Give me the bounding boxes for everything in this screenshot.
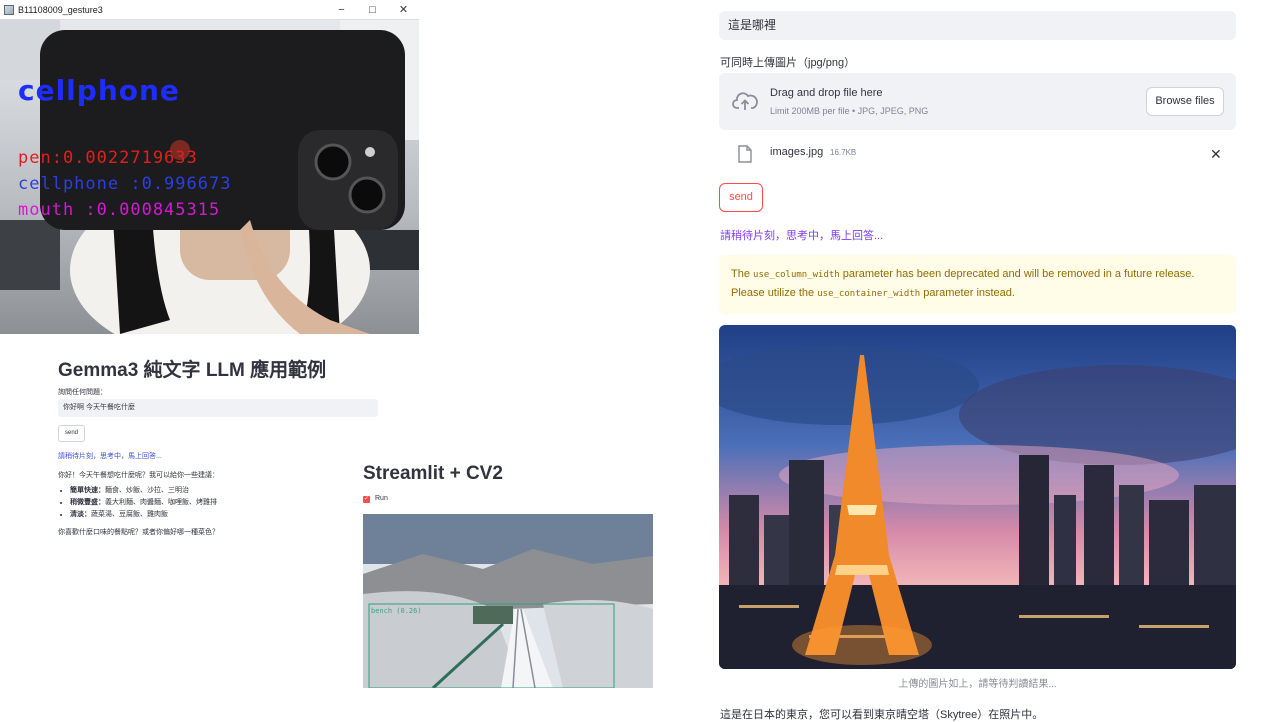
deprecation-warning: The use_column_width parameter has been … xyxy=(719,255,1236,314)
tokyo-tower-scene xyxy=(719,325,1236,669)
cv2-title: Streamlit + CV2 xyxy=(363,463,503,484)
opencv-window: B11108009_gesture3 − □ ✕ cellphone pen:0… xyxy=(0,0,419,334)
detection-mouth: mouth :0.000845315 xyxy=(18,200,221,220)
answer-item-text: 蔬菜湯、豆腐飯、雞肉飯 xyxy=(91,511,168,518)
cv2-video-frame: bench (0.26) xyxy=(363,514,653,688)
answer-item-title: 清淡： xyxy=(70,511,91,518)
answer-item: 簡單快速：麵食、炒飯、沙拉、三明治 xyxy=(70,485,348,497)
image-caption: 上傳的圖片如上，請等待判讀結果... xyxy=(898,679,1057,690)
detection-main-label: cellphone xyxy=(18,74,180,107)
warning-code: use_column_width xyxy=(753,270,840,280)
detection-pen: pen:0.0022719633 xyxy=(18,148,198,168)
answer-item-title: 簡單快速： xyxy=(70,487,105,494)
opencv-titlebar: B11108009_gesture3 − □ ✕ xyxy=(0,0,419,20)
detection-list: pen:0.0022719633 cellphone :0.996673 mou… xyxy=(18,148,231,226)
wait-text: 請稍待片刻，思考中，馬上回答... xyxy=(720,230,884,242)
run-label: Run xyxy=(375,495,388,502)
file-icon xyxy=(738,145,752,163)
answer-outro: 你喜歡什麼口味的餐點呢？或者你偏好哪一種菜色？ xyxy=(58,529,219,536)
gemma-answer: 你好！今天午餐想吃什麼呢？我可以給你一些建議： 簡單快速：麵食、炒飯、沙拉、三明… xyxy=(58,470,348,539)
gemma-question-input[interactable]: 你好啊 今天午餐吃什麼 xyxy=(58,399,378,417)
close-button[interactable]: ✕ xyxy=(388,3,419,16)
browse-files-button[interactable]: Browse files xyxy=(1146,87,1224,116)
uploaded-file-name: images.jpg xyxy=(770,146,824,158)
uploaded-image xyxy=(719,325,1236,669)
question-input[interactable]: 這是哪裡 xyxy=(719,11,1236,40)
window-title: B11108009_gesture3 xyxy=(18,4,103,15)
answer-item: 稍微豐盛：義大利麵、肉醬麵、咖哩飯、烤雞排 xyxy=(70,497,348,509)
answer-list: 簡單快速：麵食、炒飯、沙拉、三明治 稍微豐盛：義大利麵、肉醬麵、咖哩飯、烤雞排 … xyxy=(70,485,348,521)
drop-limit: Limit 200MB per file • JPG, JPEG, PNG xyxy=(770,106,929,116)
run-checkbox[interactable]: ✓ xyxy=(363,496,370,503)
detection-cellphone: cellphone :0.996673 xyxy=(18,174,232,194)
uploaded-file-size: 16.7KB xyxy=(830,148,857,157)
warning-text: parameter instead. xyxy=(923,287,1015,299)
app-icon xyxy=(4,4,14,15)
answer-item-text: 義大利麵、肉醬麵、咖哩飯、烤雞排 xyxy=(105,499,217,506)
snow-train-scene xyxy=(363,514,653,688)
cloud-upload-icon xyxy=(732,92,758,110)
prompt-label: 詢問任何問題： xyxy=(58,389,107,396)
answer-item: 清淡：蔬菜湯、豆腐飯、雞肉飯 xyxy=(70,509,348,521)
gemma-send-button[interactable]: send xyxy=(58,425,85,442)
bench-detection-label: bench (0.26) xyxy=(371,607,422,615)
answer-item-text: 麵食、炒飯、沙拉、三明治 xyxy=(105,487,189,494)
answer-item-title: 稍微豐盛： xyxy=(70,499,105,506)
send-button[interactable]: send xyxy=(719,183,763,212)
warning-code: use_container_width xyxy=(817,289,921,299)
warning-text: The xyxy=(731,268,750,280)
maximize-button[interactable]: □ xyxy=(357,4,388,16)
upload-label: 可同時上傳圖片（jpg/png） xyxy=(720,57,856,69)
drop-instruction: Drag and drop file here xyxy=(770,87,883,99)
gemma-wait-text: 請稍待片刻，思考中，馬上回答... xyxy=(58,453,162,460)
gemma-title: Gemma3 純文字 LLM 應用範例 xyxy=(58,360,327,381)
answer-intro: 你好！今天午餐想吃什麼呢？我可以給你一些建議： xyxy=(58,472,219,479)
minimize-button[interactable]: − xyxy=(326,4,357,16)
remove-file-icon[interactable]: ✕ xyxy=(1210,146,1222,163)
